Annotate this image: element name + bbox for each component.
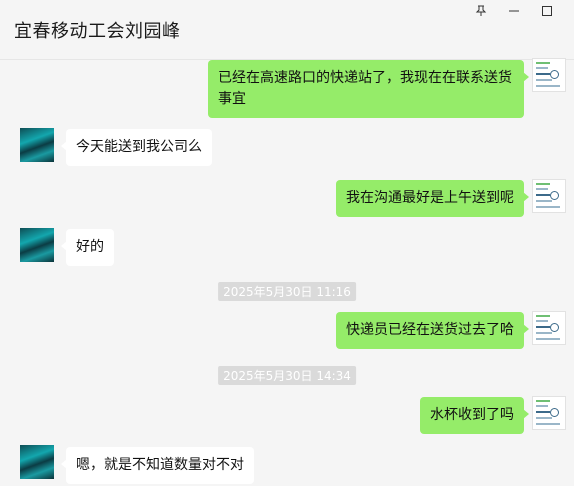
- message-text: 快递员已经在送货过去了哈: [346, 322, 514, 338]
- message-text: 已经在高速路口的快递站了，我现在在联系送货: [218, 70, 512, 86]
- avatar[interactable]: [20, 128, 54, 162]
- message-text: 今天能送到我公司么: [76, 139, 202, 155]
- avatar[interactable]: [20, 445, 54, 479]
- timestamp: 2025年5月30日 14:34: [218, 366, 356, 385]
- minimize-icon[interactable]: [503, 2, 525, 20]
- message-text: 嗯，就是不知道数量对不对: [76, 457, 244, 473]
- message-text: 水杯收到了吗: [430, 407, 514, 423]
- message-text: 好的: [76, 239, 104, 255]
- chat-title: 宜春移动工会刘园峰: [14, 21, 181, 42]
- avatar[interactable]: [532, 179, 566, 213]
- avatar[interactable]: [532, 58, 566, 92]
- message-text: 事宜: [218, 91, 246, 107]
- message-bubble-other[interactable]: 今天能送到我公司么: [61, 129, 212, 166]
- message-bubble-self[interactable]: 已经在高速路口的快递站了，我现在在联系送货 事宜: [208, 60, 529, 118]
- message-bubble-other[interactable]: 好的: [61, 229, 114, 266]
- maximize-icon[interactable]: [536, 2, 558, 20]
- message-bubble-self[interactable]: 快递员已经在送货过去了哈: [336, 312, 529, 349]
- timestamp: 2025年5月30日 11:16: [218, 282, 356, 301]
- message-bubble-self[interactable]: 水杯收到了吗: [420, 397, 529, 434]
- message-bubble-self[interactable]: 我在沟通最好是上午送到呢: [336, 180, 529, 217]
- pin-icon[interactable]: [470, 2, 492, 20]
- avatar[interactable]: [20, 228, 54, 262]
- avatar[interactable]: [532, 396, 566, 430]
- title-bar: 宜春移动工会刘园峰: [0, 0, 574, 60]
- message-text: 我在沟通最好是上午送到呢: [346, 190, 514, 206]
- message-bubble-other[interactable]: 嗯，就是不知道数量对不对: [61, 447, 254, 484]
- avatar[interactable]: [532, 311, 566, 345]
